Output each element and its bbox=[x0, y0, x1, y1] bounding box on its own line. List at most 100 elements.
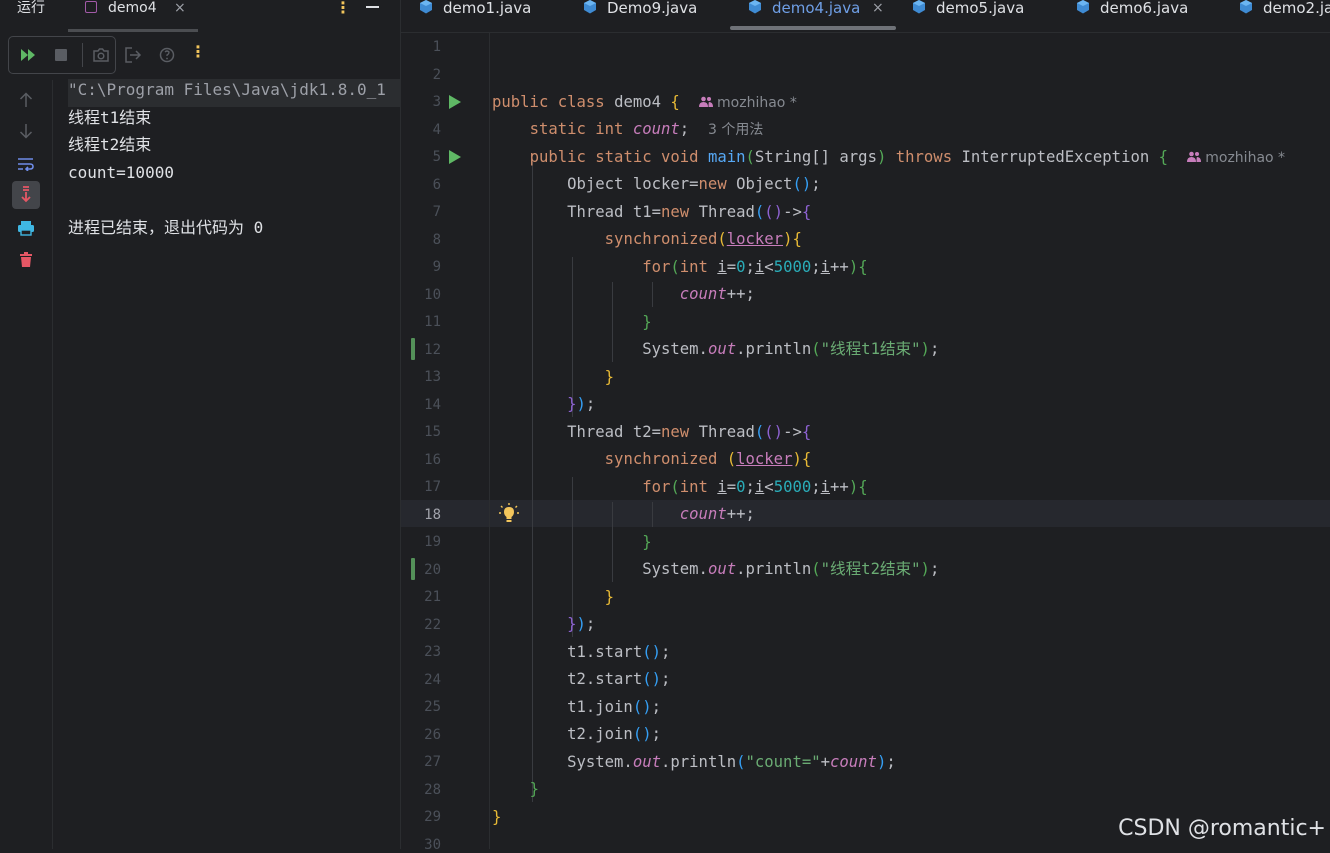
console-command-line: "C:\Program Files\Java\jdk1.8.0_1 bbox=[68, 79, 400, 107]
tab-demo9[interactable]: Demo9.java bbox=[565, 0, 725, 32]
line-number: 19 bbox=[424, 534, 441, 550]
watermark: CSDN @romantic+ bbox=[1118, 816, 1326, 841]
rerun-icon[interactable] bbox=[13, 37, 43, 73]
tab-label: demo2.ja bbox=[1263, 0, 1330, 17]
console-line: 线程t2结束 bbox=[68, 135, 152, 154]
line-number: 8 bbox=[432, 231, 441, 248]
tab-demo6[interactable]: demo6.java bbox=[1058, 0, 1218, 32]
tab-demo1[interactable]: demo1.java bbox=[401, 0, 561, 32]
code-line: t2.start(); bbox=[492, 670, 671, 688]
print-icon[interactable] bbox=[12, 214, 40, 242]
more-options-icon[interactable]: ⋮ bbox=[335, 0, 351, 17]
line-number: 1 bbox=[432, 39, 441, 55]
run-config-tab-label: demo4 bbox=[108, 0, 157, 16]
java-class-icon bbox=[749, 0, 761, 14]
line-number-gutter[interactable]: 1 2 3 4 5 6 7 8 9 10 11 12 13 14 15 16 1… bbox=[401, 33, 490, 853]
line-number: 24 bbox=[424, 671, 441, 688]
run-toolbar bbox=[8, 36, 116, 74]
code-line: Object locker=new Object(); bbox=[492, 175, 821, 193]
code-line: public class demo4 { mozhihao * bbox=[492, 93, 797, 111]
attach-debugger-icon[interactable] bbox=[156, 44, 178, 66]
toolbar-separator bbox=[82, 43, 83, 67]
indent-guide bbox=[572, 477, 573, 637]
java-class-icon bbox=[1240, 0, 1252, 14]
soft-wrap-icon[interactable] bbox=[12, 150, 40, 178]
line-number: 16 bbox=[424, 451, 441, 468]
line-number: 15 bbox=[424, 424, 441, 440]
run-config-icon bbox=[85, 1, 97, 13]
line-number: 30 bbox=[424, 836, 441, 853]
stop-icon[interactable] bbox=[46, 37, 76, 73]
usages-hint[interactable]: 3 个用法 bbox=[708, 122, 763, 138]
arrow-up-icon[interactable] bbox=[12, 86, 40, 114]
editor-tab-bar: demo1.java Demo9.java demo4.java × demo5… bbox=[401, 0, 1330, 33]
console-line: 线程t1结束 bbox=[68, 107, 152, 127]
string-literal: "线程t2结束" bbox=[820, 560, 921, 578]
java-class-icon bbox=[420, 0, 432, 14]
line-number: 27 bbox=[424, 754, 441, 770]
vcs-change-marker[interactable] bbox=[411, 558, 415, 580]
tab-demo5[interactable]: demo5.java bbox=[894, 0, 1054, 32]
code-line: }); bbox=[567, 395, 596, 413]
users-icon bbox=[1186, 151, 1201, 162]
line-number: 21 bbox=[424, 589, 441, 605]
code-line: System.out.println("线程t2结束"); bbox=[492, 560, 940, 578]
code-line: }); bbox=[567, 615, 596, 633]
close-icon[interactable]: × bbox=[174, 0, 186, 16]
code-line: } bbox=[604, 368, 615, 386]
code-line: } bbox=[642, 313, 652, 331]
line-number: 7 bbox=[432, 204, 441, 220]
console-line: count=10000 bbox=[68, 162, 174, 182]
run-tool-title[interactable]: 运行 bbox=[17, 0, 45, 16]
tab-demo2[interactable]: demo2.ja bbox=[1221, 0, 1330, 32]
run-config-tab[interactable]: demo4 × bbox=[68, 0, 198, 32]
java-class-icon bbox=[1077, 0, 1089, 14]
author-hint[interactable]: mozhihao * bbox=[698, 95, 797, 111]
line-number: 13 bbox=[424, 369, 441, 385]
code-line: } bbox=[529, 780, 539, 798]
toolbar-more-icon[interactable]: ⋮ bbox=[190, 42, 206, 61]
line-number: 4 bbox=[432, 121, 441, 138]
java-class-icon bbox=[913, 0, 925, 14]
author-name: mozhihao * bbox=[717, 95, 797, 111]
code-line: count++; bbox=[679, 505, 755, 523]
console-output[interactable]: "C:\Program Files\Java\jdk1.8.0_1 线程t1结束… bbox=[68, 79, 400, 244]
trash-icon[interactable] bbox=[12, 246, 40, 274]
run-header: 运行 demo4 × ⋮ bbox=[0, 0, 400, 32]
code-line: synchronized(locker){ bbox=[604, 230, 802, 248]
close-icon[interactable]: × bbox=[872, 0, 884, 16]
tab-label: Demo9.java bbox=[607, 0, 698, 17]
line-number: 5 bbox=[432, 149, 441, 165]
exit-icon[interactable] bbox=[122, 44, 144, 66]
code-line: } bbox=[492, 808, 502, 826]
code-area[interactable]: public class demo4 { mozhihao * static i… bbox=[492, 33, 1330, 849]
line-number: 10 bbox=[424, 286, 441, 303]
tab-label: demo1.java bbox=[443, 0, 532, 17]
indent-guide bbox=[572, 257, 573, 417]
scroll-to-end-icon[interactable] bbox=[12, 181, 40, 209]
code-line: for(int i=0;i<5000;i++){ bbox=[642, 258, 868, 276]
line-number: 2 bbox=[432, 66, 441, 83]
line-number: 17 bbox=[424, 479, 441, 495]
active-tab-indicator bbox=[68, 29, 198, 32]
author-hint[interactable]: mozhihao * bbox=[1186, 150, 1285, 166]
run-tool-window: 运行 demo4 × ⋮ ⋮ "C:\Program Files\Java\jd… bbox=[0, 0, 401, 849]
run-class-icon[interactable] bbox=[449, 95, 461, 109]
line-number: 25 bbox=[424, 699, 441, 715]
code-line: for(int i=0;i<5000;i++){ bbox=[642, 478, 868, 496]
code-line: System.out.println("线程t1结束"); bbox=[492, 340, 940, 358]
run-main-icon[interactable] bbox=[449, 150, 461, 164]
arrow-down-icon[interactable] bbox=[12, 117, 40, 145]
code-line: System.out.println("count="+count); bbox=[492, 753, 896, 771]
code-line: public static void main(String[] args) t… bbox=[529, 148, 1286, 166]
line-number: 12 bbox=[424, 341, 441, 358]
line-number: 6 bbox=[432, 176, 441, 193]
string-literal: "count=" bbox=[745, 753, 821, 771]
line-number: 28 bbox=[424, 781, 441, 798]
line-number: 22 bbox=[424, 616, 441, 633]
code-line: t1.start(); bbox=[492, 643, 671, 661]
minimize-icon[interactable] bbox=[366, 6, 379, 8]
active-tab-indicator bbox=[730, 26, 896, 30]
vcs-change-marker[interactable] bbox=[411, 338, 415, 360]
camera-icon[interactable] bbox=[86, 37, 116, 73]
